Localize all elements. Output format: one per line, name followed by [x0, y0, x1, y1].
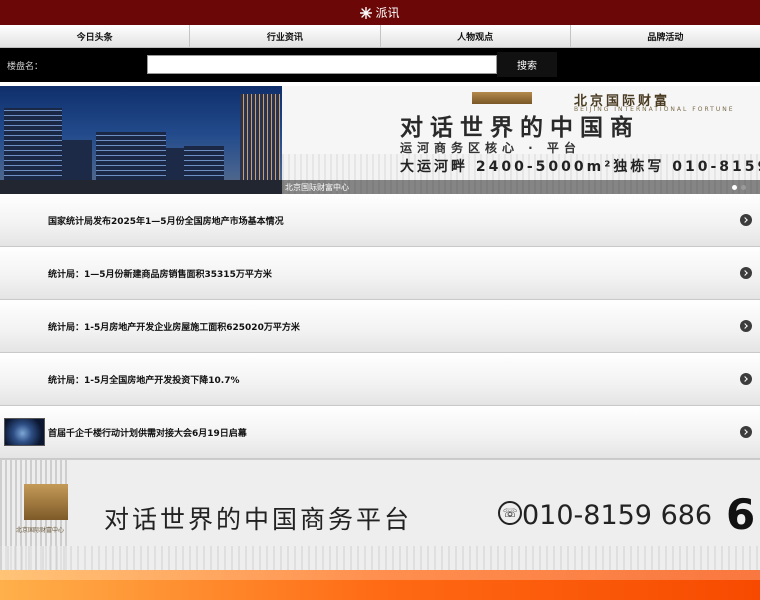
nav-tab-industry-news[interactable]: 行业资讯: [190, 25, 381, 47]
logo-text: 派讯: [375, 6, 400, 20]
chevron-right-icon: [740, 373, 752, 385]
bottom-advertisement[interactable]: 北京国际财富中心 对话世界的中国商务平台 ☏ 010-8159 686 6: [0, 459, 760, 570]
bottom-ad-headline: 对话世界的中国商务平台: [104, 505, 413, 534]
bottom-ad-digit: 6: [726, 490, 756, 539]
footer-bar: [0, 570, 760, 600]
search-bar: 楼盘名： 搜索: [0, 48, 760, 82]
news-item[interactable]: 国家统计局发布2025年1—5月份全国房地产市场基本情况: [0, 194, 760, 247]
chevron-right-icon: [740, 214, 752, 226]
carousel-dot-2[interactable]: [741, 185, 746, 190]
ad-phone: 010-8159686: [672, 159, 760, 175]
top-bar: 派讯: [0, 0, 760, 25]
banner-caption-bar: [0, 180, 760, 194]
nav-tab-opinions[interactable]: 人物观点: [381, 25, 571, 47]
news-title: 统计局：1-5月房地产开发企业房屋施工面积625020万平方米: [48, 322, 300, 333]
carousel-dots: [732, 185, 746, 190]
news-title: 统计局：1-5月全国房地产开发投资下降10.7%: [48, 375, 240, 386]
search-input[interactable]: [147, 55, 497, 74]
nav-tab-headlines[interactable]: 今日头条: [0, 25, 191, 47]
news-item[interactable]: 首届千企千楼行动计划供需对接大会6月19日启幕: [0, 406, 760, 459]
ad-headline: 对话世界的中国商: [400, 115, 640, 141]
banner-city-photo: [0, 86, 282, 194]
ad-area-text: 大运河畔 2400-5000m²独栋写: [400, 159, 665, 175]
ad-area: 大运河畔 2400-5000m²独栋写 010-8159686: [400, 156, 760, 176]
ad-tagline: 运河商务区核心 · 平台: [400, 141, 581, 155]
news-title: 统计局：1—5月份新建商品房销售面积35315万平方米: [48, 269, 272, 280]
chevron-right-icon: [740, 426, 752, 438]
snowflake-icon: [360, 6, 373, 19]
site-logo[interactable]: 派讯: [360, 4, 400, 21]
news-item[interactable]: 统计局：1-5月房地产开发企业房屋施工面积625020万平方米: [0, 300, 760, 353]
banner-advertisement: 北京国际财富 BEIJING INTERNATIONAL FORTUNE 对话世…: [282, 86, 760, 194]
news-title: 首届千企千楼行动计划供需对接大会6月19日启幕: [48, 428, 247, 439]
carousel-dot-1[interactable]: [732, 185, 737, 190]
bottom-ad-phone: 010-8159 686: [522, 500, 713, 531]
ad-logo: [472, 92, 532, 104]
news-thumbnail: [4, 418, 45, 446]
news-title: 国家统计局发布2025年1—5月份全国房地产市场基本情况: [48, 216, 284, 227]
news-item[interactable]: 统计局：1-5月全国房地产开发投资下降10.7%: [0, 353, 760, 406]
banner-carousel[interactable]: 北京国际财富 BEIJING INTERNATIONAL FORTUNE 对话世…: [0, 86, 760, 194]
phone-icon: ☏: [498, 501, 522, 525]
news-item[interactable]: 统计局：1—5月份新建商品房销售面积35315万平方米: [0, 247, 760, 300]
bottom-ad-logo: [24, 484, 68, 520]
main-nav: 今日头条 行业资讯 人物观点 品牌活动: [0, 25, 760, 48]
news-list: 国家统计局发布2025年1—5月份全国房地产市场基本情况 统计局：1—5月份新建…: [0, 194, 760, 459]
chevron-right-icon: [740, 320, 752, 332]
search-label: 楼盘名：: [7, 62, 44, 72]
search-button[interactable]: 搜索: [497, 52, 557, 77]
nav-tab-brand-events[interactable]: 品牌活动: [571, 25, 760, 47]
banner-caption: 北京国际财富中心: [285, 183, 349, 192]
bottom-ad-logo-text: 北京国际财富中心: [16, 527, 65, 534]
chevron-right-icon: [740, 267, 752, 279]
